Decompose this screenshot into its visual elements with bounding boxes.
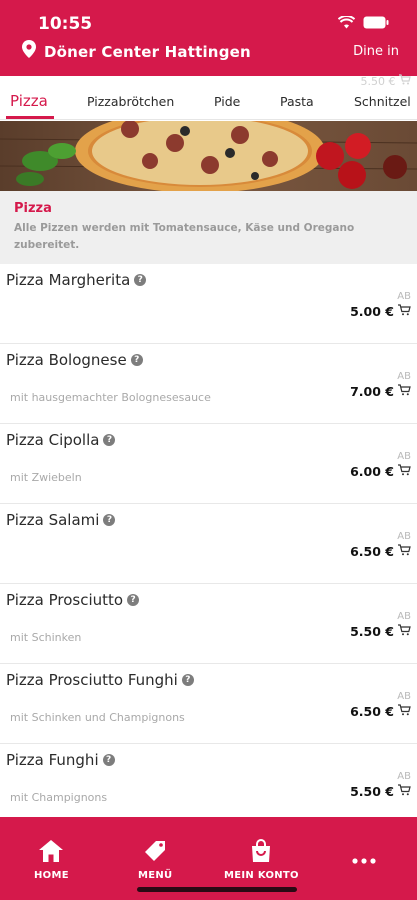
price-prefix: AB	[397, 291, 411, 302]
item-name: Pizza Bolognese	[6, 351, 127, 369]
dine-in-toggle[interactable]: Dine in	[353, 44, 399, 59]
restaurant-name: Döner Center Hattingen	[44, 42, 251, 61]
category-banner-image	[0, 121, 417, 191]
location-pin-icon	[22, 40, 36, 63]
price-prefix: AB	[397, 371, 411, 382]
price-prefix: AB	[397, 691, 411, 702]
nav-account[interactable]: MEIN KONTO	[224, 839, 299, 881]
menu-item[interactable]: Pizza Funghi ? mit Champignons AB 5.50 €	[0, 744, 417, 824]
item-price[interactable]: 5.00 €	[350, 304, 411, 319]
price-prefix: AB	[397, 771, 411, 782]
info-icon[interactable]: ?	[103, 514, 116, 526]
info-icon[interactable]: ?	[181, 674, 194, 686]
category-title: Pizza	[14, 201, 52, 216]
nav-more[interactable]	[352, 851, 376, 869]
nav-menu-label: MENÜ	[138, 870, 173, 881]
menu-item[interactable]: Pizza Bolognese ? mit hausgemachter Bolo…	[0, 344, 417, 424]
nav-menu[interactable]: MENÜ	[138, 839, 172, 881]
cart-icon	[398, 784, 411, 799]
info-icon[interactable]: ?	[134, 274, 147, 286]
location-selector[interactable]: Döner Center Hattingen	[22, 40, 251, 63]
item-price[interactable]: 6.00 €	[350, 464, 411, 479]
home-indicator	[137, 887, 297, 892]
tab-pizzabroetchen[interactable]: Pizzabrötchen	[87, 94, 174, 109]
shopping-bag-icon	[248, 839, 274, 868]
price-prefix: AB	[397, 531, 411, 542]
price-prefix: AB	[397, 611, 411, 622]
item-price[interactable]: 6.50 €	[350, 704, 411, 719]
menu-item[interactable]: Pizza Prosciutto ? mit Schinken AB 5.50 …	[0, 584, 417, 664]
more-dots-icon	[352, 851, 376, 869]
item-name: Pizza Prosciutto Funghi	[6, 671, 178, 689]
info-icon[interactable]: ?	[130, 354, 143, 366]
tab-pasta[interactable]: Pasta	[280, 94, 314, 109]
menu-item[interactable]: Pizza Prosciutto Funghi ? mit Schinken u…	[0, 664, 417, 744]
menu-item-list: Pizza Margherita ? AB 5.00 € Pizza Bolog…	[0, 264, 417, 824]
cart-icon	[398, 624, 411, 639]
cart-icon	[398, 464, 411, 479]
cart-icon	[398, 384, 411, 399]
tab-pide[interactable]: Pide	[214, 94, 240, 109]
tab-pizza[interactable]: Pizza	[10, 92, 48, 110]
item-price[interactable]: 6.50 €	[350, 544, 411, 559]
item-description: mit Schinken	[10, 631, 82, 644]
item-name: Pizza Margherita	[6, 271, 131, 289]
price-prefix: AB	[397, 451, 411, 462]
app-header: 10:55 Döner Center Hattingen Dine in	[0, 0, 417, 76]
tab-schnitzel[interactable]: Schnitzel	[354, 94, 411, 109]
cart-icon	[398, 704, 411, 719]
active-tab-indicator	[6, 116, 54, 119]
status-time: 10:55	[38, 14, 93, 34]
cart-icon	[398, 304, 411, 319]
item-name: Pizza Funghi	[6, 751, 99, 769]
menu-item[interactable]: Pizza Salami ? AB 6.50 €	[0, 504, 417, 584]
item-name: Pizza Salami	[6, 511, 100, 529]
info-icon[interactable]: ?	[103, 434, 116, 446]
category-description-text: Alle Pizzen werden mit Tomatensauce, Käs…	[14, 222, 355, 251]
item-description: mit Zwiebeln	[10, 471, 82, 484]
item-price[interactable]: 7.00 €	[350, 384, 411, 399]
status-icons	[338, 16, 389, 29]
cart-icon	[398, 544, 411, 559]
tag-icon	[142, 839, 168, 868]
item-name: Pizza Cipolla	[6, 431, 100, 449]
item-price[interactable]: 5.50 €	[350, 624, 411, 639]
item-price[interactable]: 5.50 €	[350, 784, 411, 799]
battery-icon	[363, 16, 389, 29]
info-icon[interactable]: ?	[127, 594, 140, 606]
nav-home-label: HOME	[34, 870, 69, 881]
menu-item[interactable]: Pizza Cipolla ? mit Zwiebeln AB 6.00 €	[0, 424, 417, 504]
info-icon[interactable]: ?	[102, 754, 115, 766]
item-description: mit hausgemachter Bolognesesauce	[10, 391, 211, 404]
nav-account-label: MEIN KONTO	[224, 870, 299, 881]
item-description: mit Schinken und Champignons	[10, 711, 185, 724]
item-description: mit Champignons	[10, 791, 108, 804]
menu-item[interactable]: Pizza Margherita ? AB 5.00 €	[0, 264, 417, 344]
category-description: Pizza Alle Pizzen werden mit Tomatensauc…	[0, 191, 417, 264]
category-tabs: Pizza Pizzabrötchen Pide Pasta Schnitzel	[0, 86, 417, 120]
nav-home[interactable]: HOME	[34, 839, 69, 881]
item-name: Pizza Prosciutto	[6, 591, 124, 609]
wifi-icon	[338, 16, 355, 29]
home-icon	[38, 839, 64, 868]
